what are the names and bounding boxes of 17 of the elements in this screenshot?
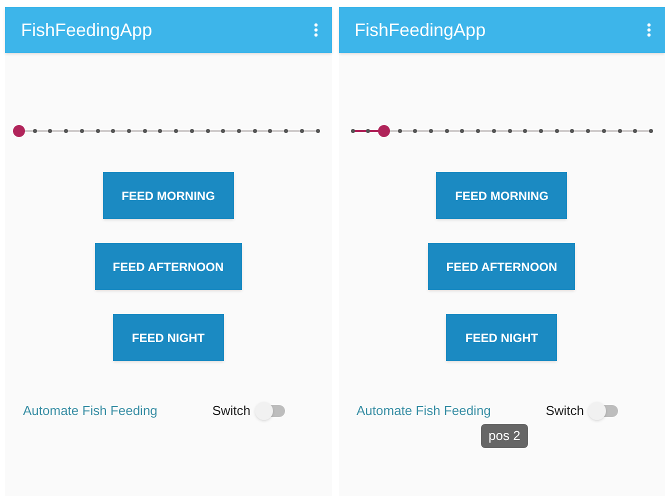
feed-button[interactable]: FEED MORNING bbox=[436, 172, 568, 219]
feed-button[interactable]: FEED NIGHT bbox=[446, 314, 558, 361]
toggle-switch[interactable] bbox=[588, 402, 620, 420]
slider-thumb[interactable] bbox=[378, 125, 390, 137]
app-title: FishFeedingApp bbox=[354, 18, 486, 42]
slider-thumb[interactable] bbox=[13, 125, 25, 137]
feed-button[interactable]: FEED AFTERNOON bbox=[428, 243, 576, 290]
feed-button[interactable]: FEED NIGHT bbox=[112, 314, 224, 361]
app-title: FishFeedingApp bbox=[21, 18, 152, 42]
switch-label: Switch bbox=[546, 402, 584, 420]
switch-label: Switch bbox=[212, 402, 250, 420]
toast: pos 2 bbox=[480, 424, 528, 448]
toggle-switch[interactable] bbox=[254, 402, 286, 420]
feed-button[interactable]: FEED AFTERNOON bbox=[94, 243, 242, 290]
feed-button[interactable]: FEED MORNING bbox=[102, 172, 234, 219]
automate-label: Automate Fish Feeding bbox=[356, 402, 491, 420]
automate-label: Automate Fish Feeding bbox=[23, 402, 158, 420]
